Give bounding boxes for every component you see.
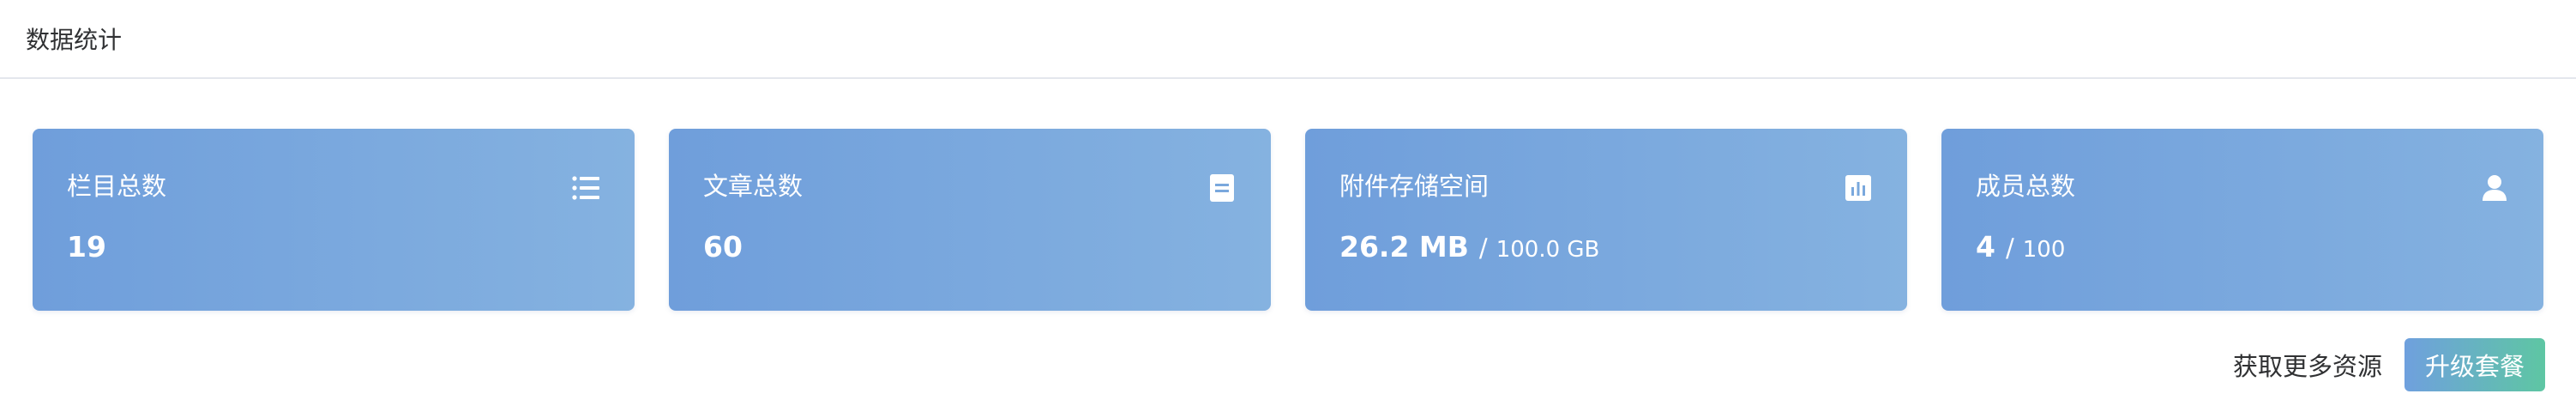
stat-card-value: 4 [1976,230,1995,264]
stats-cards: 栏目总数 19 文章总数 60 附件存储空间 26.2 MB / 100.0 G… [33,129,2543,311]
bar-chart-icon [1844,173,1873,203]
stat-card-value: 26.2 MB [1339,230,1469,264]
stat-card-title: 附件存储空间 [1339,172,1490,201]
stat-card-value-wrap: 60 [703,230,743,264]
stat-card-value-wrap: 4 / 100 [1976,230,2065,264]
more-resources-text: 获取更多资源 [2232,352,2382,381]
stat-card-members: 成员总数 4 / 100 [1941,129,2543,311]
stat-card-title: 文章总数 [703,172,803,201]
stat-card-value: 60 [703,230,743,264]
stat-card-separator: / [1478,233,1488,263]
upgrade-footer: 获取更多资源 升级套餐 [2233,338,2545,391]
stat-card-title: 栏目总数 [67,172,167,201]
stat-card-storage: 附件存储空间 26.2 MB / 100.0 GB [1305,129,1907,311]
stat-card-articles: 文章总数 60 [669,129,1271,311]
list-icon [571,173,600,203]
page-header: 数据统计 [0,0,2576,79]
stat-card-columns: 栏目总数 19 [33,129,635,311]
stat-card-value: 19 [67,230,106,264]
stat-card-total: 100.0 GB [1496,237,1600,263]
stat-card-separator: / [2005,233,2014,263]
user-icon [2480,173,2509,203]
document-icon [1207,173,1237,203]
page-title: 数据统计 [26,26,123,54]
upgrade-plan-button[interactable]: 升级套餐 [2404,338,2545,391]
stat-card-total: 100 [2022,237,2066,263]
stat-card-value-wrap: 26.2 MB / 100.0 GB [1339,230,1599,264]
stat-card-title: 成员总数 [1976,172,2076,201]
stat-card-value-wrap: 19 [67,230,106,264]
